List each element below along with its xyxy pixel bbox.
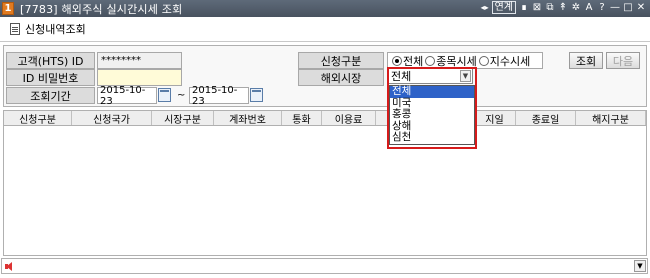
radio-stock[interactable]: 종목시세 — [425, 53, 477, 69]
minimize-icon[interactable]: — — [610, 2, 620, 13]
document-icon — [10, 23, 20, 35]
calendar-to-icon[interactable] — [250, 88, 263, 102]
market-select-value: 전체 — [391, 70, 412, 83]
lock-icon[interactable]: ∎ — [519, 2, 529, 13]
date-to-input[interactable]: 2015-10-23 — [189, 85, 249, 107]
account-id-label: 고객(HTS) ID — [6, 52, 95, 69]
apply-type-label: 신청구분 — [298, 52, 384, 69]
title-bar: 1 [7783] 해외주식 실시간시세 조회 ◂▸ 연계 ∎ ⊠ ⧉ ↟ ✲ A… — [0, 0, 650, 17]
search-button[interactable]: 조회 — [569, 52, 603, 69]
section-header: 신청내역조회 — [10, 21, 86, 37]
chevron-down-icon[interactable]: ▼ — [634, 260, 646, 272]
table-header: 신청구분 신청국가 시장구분 계좌번호 통화 이용료 지일 종료일 해지구분 — [3, 110, 647, 126]
close-box-icon[interactable]: ⊠ — [532, 2, 542, 13]
font-size-icon[interactable]: A — [584, 2, 594, 13]
results-grid[interactable] — [3, 126, 647, 256]
column-header[interactable]: 이용료 — [322, 111, 376, 126]
status-bar: ▼ — [1, 258, 648, 274]
column-header[interactable]: 지일 — [474, 111, 516, 126]
column-header[interactable]: 해지구분 — [576, 111, 646, 126]
date-range-separator: ~ — [177, 90, 186, 101]
radio-dot[interactable] — [425, 55, 436, 66]
column-header[interactable]: 계좌번호 — [214, 111, 282, 126]
divider — [0, 41, 650, 42]
radio-index-label: 지수시세 — [489, 54, 531, 68]
radio-index[interactable]: 지수시세 — [478, 53, 531, 69]
date-from-input[interactable]: 2015-10-23 — [97, 85, 157, 107]
close-icon[interactable]: ✕ — [636, 2, 646, 13]
market-label: 해외시장 — [298, 69, 384, 86]
window-arrows-icon[interactable]: ◂▸ — [481, 3, 489, 12]
help-icon[interactable]: ? — [597, 2, 607, 13]
calendar-from-icon[interactable] — [158, 88, 171, 102]
settings-icon[interactable]: ✲ — [571, 2, 581, 13]
market-select[interactable]: 전체 ▼ — [387, 68, 473, 84]
window-title: [7783] 해외주식 실시간시세 조회 — [20, 2, 183, 16]
password-input[interactable] — [97, 69, 182, 86]
column-header[interactable]: 종료일 — [516, 111, 576, 126]
account-id-field[interactable]: ******** — [97, 52, 182, 69]
copy-window-icon[interactable]: ⧉ — [545, 2, 555, 13]
dropdown-option-all[interactable]: 전체 — [390, 85, 474, 98]
column-header[interactable]: 통화 — [282, 111, 322, 126]
period-label: 조회기간 — [6, 87, 95, 104]
link-button[interactable]: 연계 — [491, 1, 516, 14]
page-title: 신청내역조회 — [25, 23, 86, 36]
column-header[interactable]: 신청국가 — [72, 111, 152, 126]
radio-all-label: 전체 — [403, 54, 424, 68]
radio-dot[interactable] — [478, 55, 489, 66]
apply-type-radio-group: 전체 종목시세 지수시세 — [387, 52, 543, 69]
maximize-icon[interactable]: □ — [623, 2, 633, 13]
speaker-icon[interactable] — [5, 262, 13, 271]
next-button[interactable]: 다음 — [606, 52, 640, 69]
market-dropdown-list: 전체 미국 홍콩 상해 심천 — [389, 85, 475, 145]
column-header[interactable]: 신청구분 — [4, 111, 72, 126]
window-number-badge: 1 — [2, 2, 14, 15]
radio-dot-selected[interactable] — [392, 55, 402, 66]
password-label: ID 비밀번호 — [6, 69, 95, 86]
column-header[interactable]: 시장구분 — [152, 111, 214, 126]
titlebar-controls: ◂▸ 연계 ∎ ⊠ ⧉ ↟ ✲ A ? — □ ✕ — [481, 1, 646, 14]
dropdown-option-hongkong[interactable]: 홍콩 — [390, 108, 474, 121]
pin-icon[interactable]: ↟ — [558, 2, 568, 13]
radio-stock-label: 종목시세 — [436, 54, 477, 68]
dropdown-option-shenzhen[interactable]: 심천 — [390, 131, 474, 144]
radio-all[interactable]: 전체 — [392, 53, 423, 69]
chevron-down-icon[interactable]: ▼ — [460, 70, 471, 82]
